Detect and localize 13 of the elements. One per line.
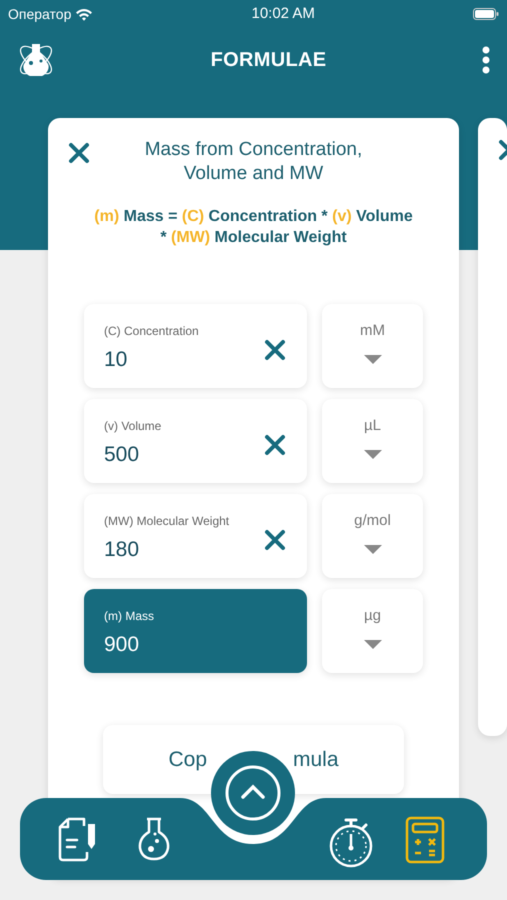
input-field[interactable]: (C) Concentration 10 xyxy=(84,304,307,388)
unit-dropdown[interactable]: g/mol xyxy=(322,494,423,578)
formula-title: Mass from Concentration, Volume and MW xyxy=(144,138,364,186)
unit-dropdown[interactable]: mM xyxy=(322,304,423,388)
formula-text: (m) Mass = (C) Concentration * (v) Volume * (MW) Molecular Weight xyxy=(93,207,414,248)
unit-dropdown[interactable]: µL xyxy=(322,399,423,483)
carrier-name: Оператор xyxy=(8,4,72,24)
clock-time: 10:02 AM xyxy=(251,4,315,24)
unit-dropdown[interactable]: µg xyxy=(322,589,423,673)
input-field[interactable]: (MW) Molecular Weight 180 xyxy=(84,494,307,578)
result-field[interactable]: (m) Mass 900 xyxy=(84,589,307,673)
app-title: FORMULAE xyxy=(210,48,326,73)
input-field[interactable]: (v) Volume 500 xyxy=(84,399,307,483)
